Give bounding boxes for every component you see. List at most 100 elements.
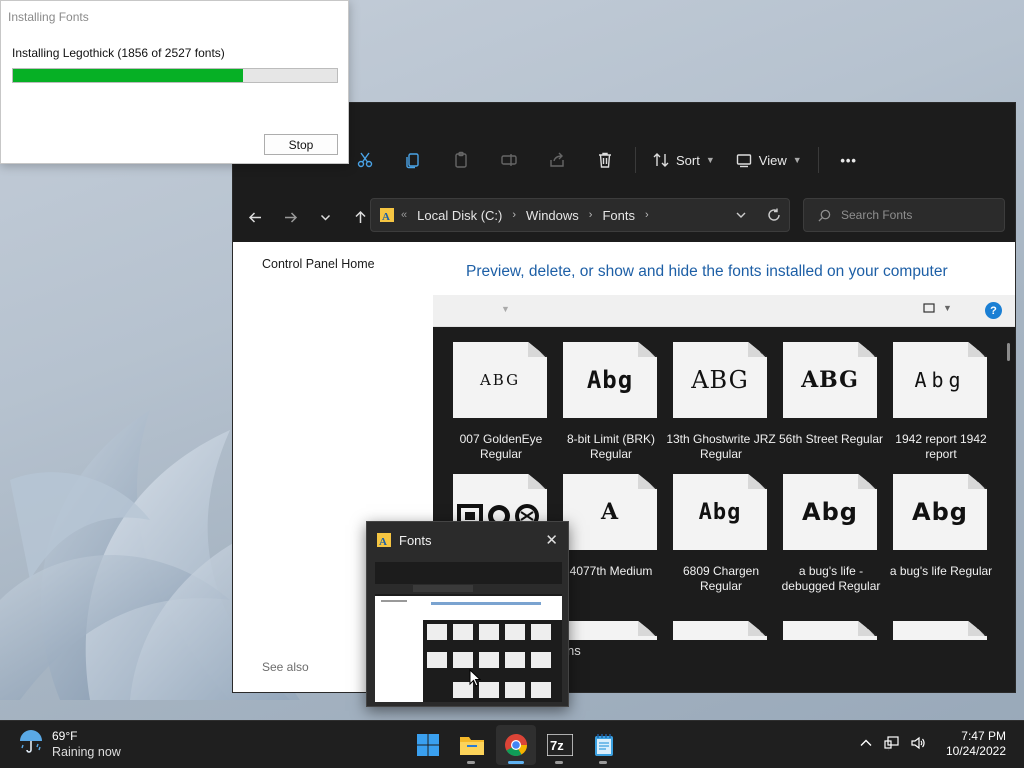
page-title: Preview, delete, or show and hide the fo… — [466, 263, 948, 280]
font-sample: ABG — [801, 367, 859, 393]
view-options-button[interactable]: ▼ — [923, 302, 952, 314]
sort-button[interactable]: Sort ▼ — [642, 143, 725, 177]
address-actions — [735, 199, 781, 231]
scissors-icon — [357, 152, 373, 168]
breadcrumb-local-disk[interactable]: Local Disk (C:) › — [417, 208, 516, 223]
font-sample: Abg — [802, 498, 858, 526]
rename-icon — [501, 154, 517, 166]
font-tile[interactable]: Abg a bug's life Regular — [890, 474, 992, 614]
font-sample: Abg — [586, 366, 634, 394]
font-name: 1942 report 1942 report — [895, 432, 987, 461]
back-button[interactable] — [240, 202, 270, 232]
progress-fill — [13, 69, 244, 82]
font-sample: Abg — [912, 498, 968, 526]
stop-button[interactable]: Stop — [264, 134, 338, 155]
recent-locations-button[interactable] — [310, 202, 340, 232]
breadcrumb-fonts[interactable]: Fonts › — [602, 208, 648, 223]
network-icon[interactable] — [884, 735, 900, 751]
file-explorer-window: Sort ▼ View ▼ ••• A « Local Disk (C:) › — [232, 102, 1016, 693]
more-options-button[interactable]: ••• — [825, 143, 873, 177]
arrow-left-icon — [248, 211, 261, 223]
chevron-right-icon[interactable]: › — [589, 209, 593, 221]
toolbar-separator — [817, 147, 819, 173]
arrow-right-icon — [284, 211, 297, 223]
install-progress-bar — [12, 68, 338, 83]
chevron-up-icon[interactable] — [858, 735, 874, 751]
fonts-list-toolbar: ▼ ▼ ? — [433, 295, 1015, 327]
volume-icon[interactable] — [910, 735, 926, 751]
running-indicator — [555, 761, 563, 764]
control-panel-content: Control Panel Home See also Preview, del… — [233, 242, 1015, 692]
start-icon — [417, 734, 439, 756]
view-label: View — [758, 152, 787, 168]
file-explorer-taskbar-button[interactable] — [452, 725, 492, 765]
font-preview: A — [563, 474, 657, 550]
start-button[interactable] — [408, 725, 448, 765]
file-explorer-icon — [460, 737, 484, 755]
delete-button[interactable] — [581, 143, 629, 177]
font-preview: Abg — [673, 474, 767, 550]
copy-icon — [406, 153, 419, 169]
toolbar-separator — [635, 147, 636, 173]
notepad-taskbar-button[interactable] — [584, 725, 624, 765]
font-name: 6809 Chargen Regular — [682, 564, 760, 593]
copy-button[interactable] — [389, 143, 437, 177]
dialog-title: Installing Fonts — [8, 10, 89, 24]
font-name: 8-bit Limit (BRK) Regular — [566, 432, 655, 461]
breadcrumb-label: Fonts — [602, 207, 635, 223]
font-tile[interactable]: ABG 13th Ghostwrite JRZ Regular — [666, 342, 776, 482]
font-tile[interactable]: ABG 007 GoldenEye Regular — [453, 342, 549, 482]
address-bar[interactable]: A « Local Disk (C:) › Windows › Fonts › — [370, 198, 790, 232]
chevron-down-icon: ▼ — [705, 155, 715, 165]
font-preview: ABG — [453, 342, 547, 418]
font-tile[interactable]: Abg 8-bit Limit (BRK) Regular — [563, 342, 659, 482]
refresh-icon[interactable] — [767, 208, 781, 222]
chevron-down-icon: ▼ — [792, 155, 802, 165]
font-preview: ABG — [673, 342, 767, 418]
7zip-icon: 7z — [547, 734, 573, 756]
font-tile[interactable]: Abg 1942 report 1942 report — [893, 342, 989, 482]
control-panel-home-link[interactable]: Control Panel Home — [262, 257, 375, 271]
chevron-down-icon: ▼ — [943, 303, 952, 313]
help-icon[interactable]: ? — [985, 302, 1002, 319]
chrome-taskbar-button[interactable] — [496, 725, 536, 765]
breadcrumb-windows[interactable]: Windows › — [526, 208, 592, 223]
font-tile[interactable]: Abg 6809 Chargen Regular — [673, 474, 769, 614]
share-icon — [550, 152, 564, 167]
view-button[interactable]: View ▼ — [725, 143, 812, 177]
organize-dropdown-icon[interactable]: ▼ — [501, 304, 510, 314]
installing-fonts-dialog: Installing Fonts Installing Legothick (1… — [0, 0, 349, 164]
font-tile[interactable]: A 4077th Medium — [563, 474, 659, 614]
share-button[interactable] — [533, 143, 581, 177]
rename-button[interactable] — [485, 143, 533, 177]
font-tile[interactable]: Abg a bug's life - debugged Regular — [782, 474, 880, 614]
paste-button[interactable] — [437, 143, 485, 177]
search-input[interactable]: Search Fonts — [803, 198, 1005, 232]
breadcrumb-label: Windows — [526, 207, 579, 223]
notepad-icon — [595, 734, 613, 756]
font-tile[interactable]: ABG 56th Street Regular — [779, 342, 883, 482]
chrome-icon — [505, 734, 527, 756]
font-name: 13th Ghostwrite JRZ Regular — [666, 432, 776, 461]
status-text-partial: ns — [567, 643, 581, 658]
forward-button[interactable] — [275, 202, 305, 232]
arrow-up-icon — [354, 210, 366, 223]
chevron-right-icon[interactable]: › — [512, 209, 516, 221]
weather-widget[interactable]: 69°F Raining now — [18, 729, 121, 760]
preview-title: Fonts — [399, 533, 432, 548]
scrollbar-thumb[interactable] — [1007, 343, 1010, 361]
taskbar-thumbnail-preview[interactable]: A Fonts ✕ — [366, 521, 569, 707]
font-sample: ABG — [691, 366, 749, 394]
font-preview: Abg — [893, 342, 987, 418]
chevron-right-icon[interactable]: › — [645, 209, 649, 221]
chevron-down-icon[interactable] — [735, 209, 747, 221]
7zip-taskbar-button[interactable]: 7z — [540, 725, 580, 765]
mouse-cursor-icon — [469, 669, 481, 687]
system-clock[interactable]: 7:47 PM 10/24/2022 — [946, 729, 1006, 759]
chevron-down-icon — [320, 214, 330, 221]
overflow-chevron[interactable]: « — [401, 209, 407, 221]
sort-label: Sort — [676, 152, 700, 168]
close-icon[interactable]: ✕ — [545, 531, 558, 549]
running-indicator — [467, 761, 475, 764]
svg-text:7z: 7z — [550, 738, 564, 753]
